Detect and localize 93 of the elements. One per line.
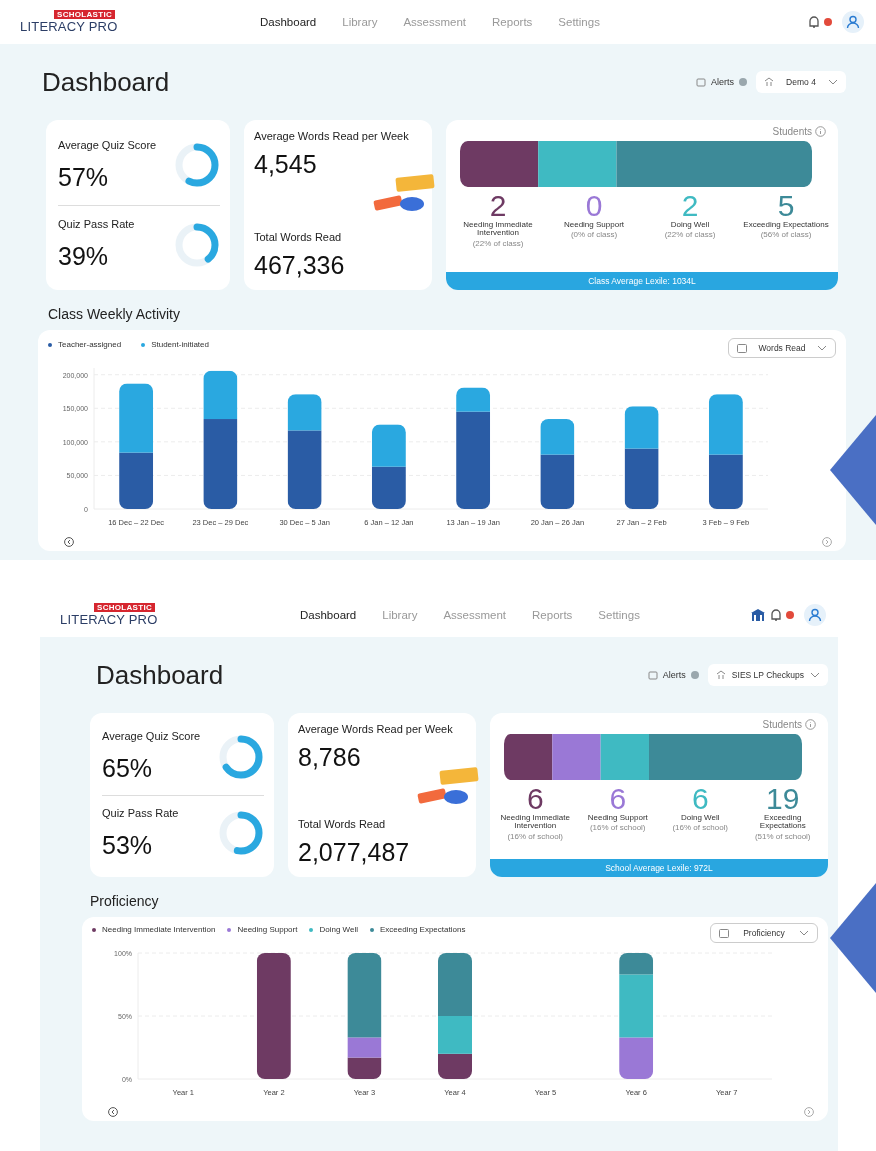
chevron-down-icon (810, 672, 820, 678)
stat-value: 4,545 (254, 150, 317, 179)
group-label: Doing Well (680, 814, 720, 823)
stat-label: Total Words Read (298, 818, 386, 830)
class-select[interactable]: Demo 4 (756, 71, 846, 93)
student-count: 2 (681, 191, 699, 221)
chevron-down-icon (817, 345, 827, 351)
stat-value: 2,077,487 (298, 838, 410, 867)
group-share: (51% of school) (754, 831, 811, 841)
stat-label: Average Words Read per Week (298, 723, 453, 735)
lexile-banner: School Average Lexile: 972L (490, 859, 828, 877)
student-count: 6 (526, 784, 544, 814)
alerts-link[interactable]: Alerts (662, 670, 686, 680)
stat-value: 467,336 (254, 251, 345, 280)
scroll-left-icon[interactable] (64, 537, 74, 547)
stat-value: 8,786 (298, 743, 361, 772)
lexile-banner: Class Average Lexile: 1034L (446, 272, 838, 290)
metric-select[interactable]: Proficiency (710, 923, 818, 943)
chevron-down-icon (799, 930, 809, 936)
scroll-left-icon[interactable] (108, 1107, 118, 1117)
students-label: Students (762, 719, 802, 730)
scroll-right-icon[interactable] (804, 1107, 814, 1117)
alerts-badge-icon (739, 78, 747, 86)
brand-label: SCHOLASTIC (54, 10, 115, 19)
student-count: 6 (609, 784, 627, 814)
stat-value: 65% (102, 754, 153, 784)
group-share: (16% of school) (507, 831, 564, 841)
group-label: Needing Immediate Intervention (499, 814, 571, 831)
legend-label: Teacher-assigned (58, 340, 122, 349)
school-icon[interactable] (750, 608, 766, 622)
stat-label: Average Words Read per Week (254, 130, 409, 142)
alerts-badge-icon (690, 671, 699, 679)
section-title: Class Weekly Activity (48, 306, 181, 322)
bell-icon[interactable] (770, 608, 782, 622)
stat-label: Average Quiz Score (58, 138, 157, 151)
brand-label: SCHOLASTIC (94, 603, 155, 612)
stat-label: Quiz Pass Rate (102, 806, 179, 819)
group-label: Needing Immediate Intervention (462, 221, 534, 238)
bell-icon[interactable] (808, 15, 820, 29)
group-share: (16% of school) (589, 823, 646, 833)
section-title: Proficiency (90, 893, 160, 909)
school-icon (715, 670, 726, 680)
alerts-link[interactable]: Alerts (711, 77, 734, 87)
notification-badge-icon (824, 18, 832, 26)
metric-select[interactable]: Words Read (728, 338, 836, 358)
stat-label: Average Quiz Score (102, 730, 201, 743)
stat-value: 53% (102, 830, 153, 860)
notification-badge-icon (786, 611, 794, 619)
nav-link[interactable]: Dashboard (260, 16, 317, 28)
pointer-arrow-icon (830, 415, 876, 525)
user-avatar-icon[interactable] (804, 604, 826, 626)
nav-link[interactable]: Dashboard (300, 609, 357, 621)
donut-gauge-icon (174, 221, 220, 268)
stat-label: Quiz Pass Rate (58, 218, 135, 231)
group-share: (22% of class) (472, 238, 524, 248)
legend-label: Doing Well (319, 925, 358, 934)
legend-label: Exceeding Expectations (380, 925, 466, 934)
legend-label: Needing Support (237, 925, 298, 934)
legend-label: Needing Immediate Intervention (102, 925, 216, 934)
product-logo[interactable]: LITERACY PRO (20, 19, 118, 34)
school-icon (764, 77, 774, 87)
info-icon[interactable] (815, 126, 826, 137)
chevron-down-icon (828, 79, 838, 85)
scroll-right-icon[interactable] (822, 537, 832, 547)
stat-value: 39% (58, 242, 109, 272)
pointer-arrow-icon (830, 883, 876, 993)
group-share: (0% of class) (570, 230, 618, 240)
student-count: 6 (691, 784, 709, 814)
class-select[interactable]: SIES LP Checkups (707, 664, 828, 686)
stat-label: Total Words Read (254, 231, 342, 243)
page-title: Dashboard (96, 659, 224, 691)
student-count: 2 (489, 191, 507, 221)
group-share: (22% of class) (664, 230, 716, 240)
student-count: 19 (766, 784, 800, 814)
donut-gauge-icon (174, 142, 220, 189)
students-label: Students (772, 126, 812, 137)
product-logo[interactable]: LITERACY PRO (60, 612, 158, 627)
donut-gauge-icon (218, 733, 264, 780)
legend-label: Student-initiated (151, 340, 209, 349)
info-icon[interactable] (805, 719, 816, 730)
user-avatar-icon[interactable] (842, 11, 864, 33)
group-label: Needing Support (563, 221, 624, 230)
group-label: Needing Support (587, 814, 648, 823)
group-share: (16% of school) (672, 823, 729, 833)
student-count: 5 (777, 191, 795, 221)
group-label: Exceeding Expectations (743, 221, 829, 230)
stat-value: 57% (58, 162, 109, 192)
page-title: Dashboard (42, 66, 170, 98)
group-share: (56% of class) (760, 230, 812, 240)
donut-gauge-icon (218, 810, 264, 857)
group-label: Exceeding Expectations (758, 814, 807, 831)
group-label: Doing Well (670, 221, 710, 230)
student-count: 0 (585, 191, 603, 221)
